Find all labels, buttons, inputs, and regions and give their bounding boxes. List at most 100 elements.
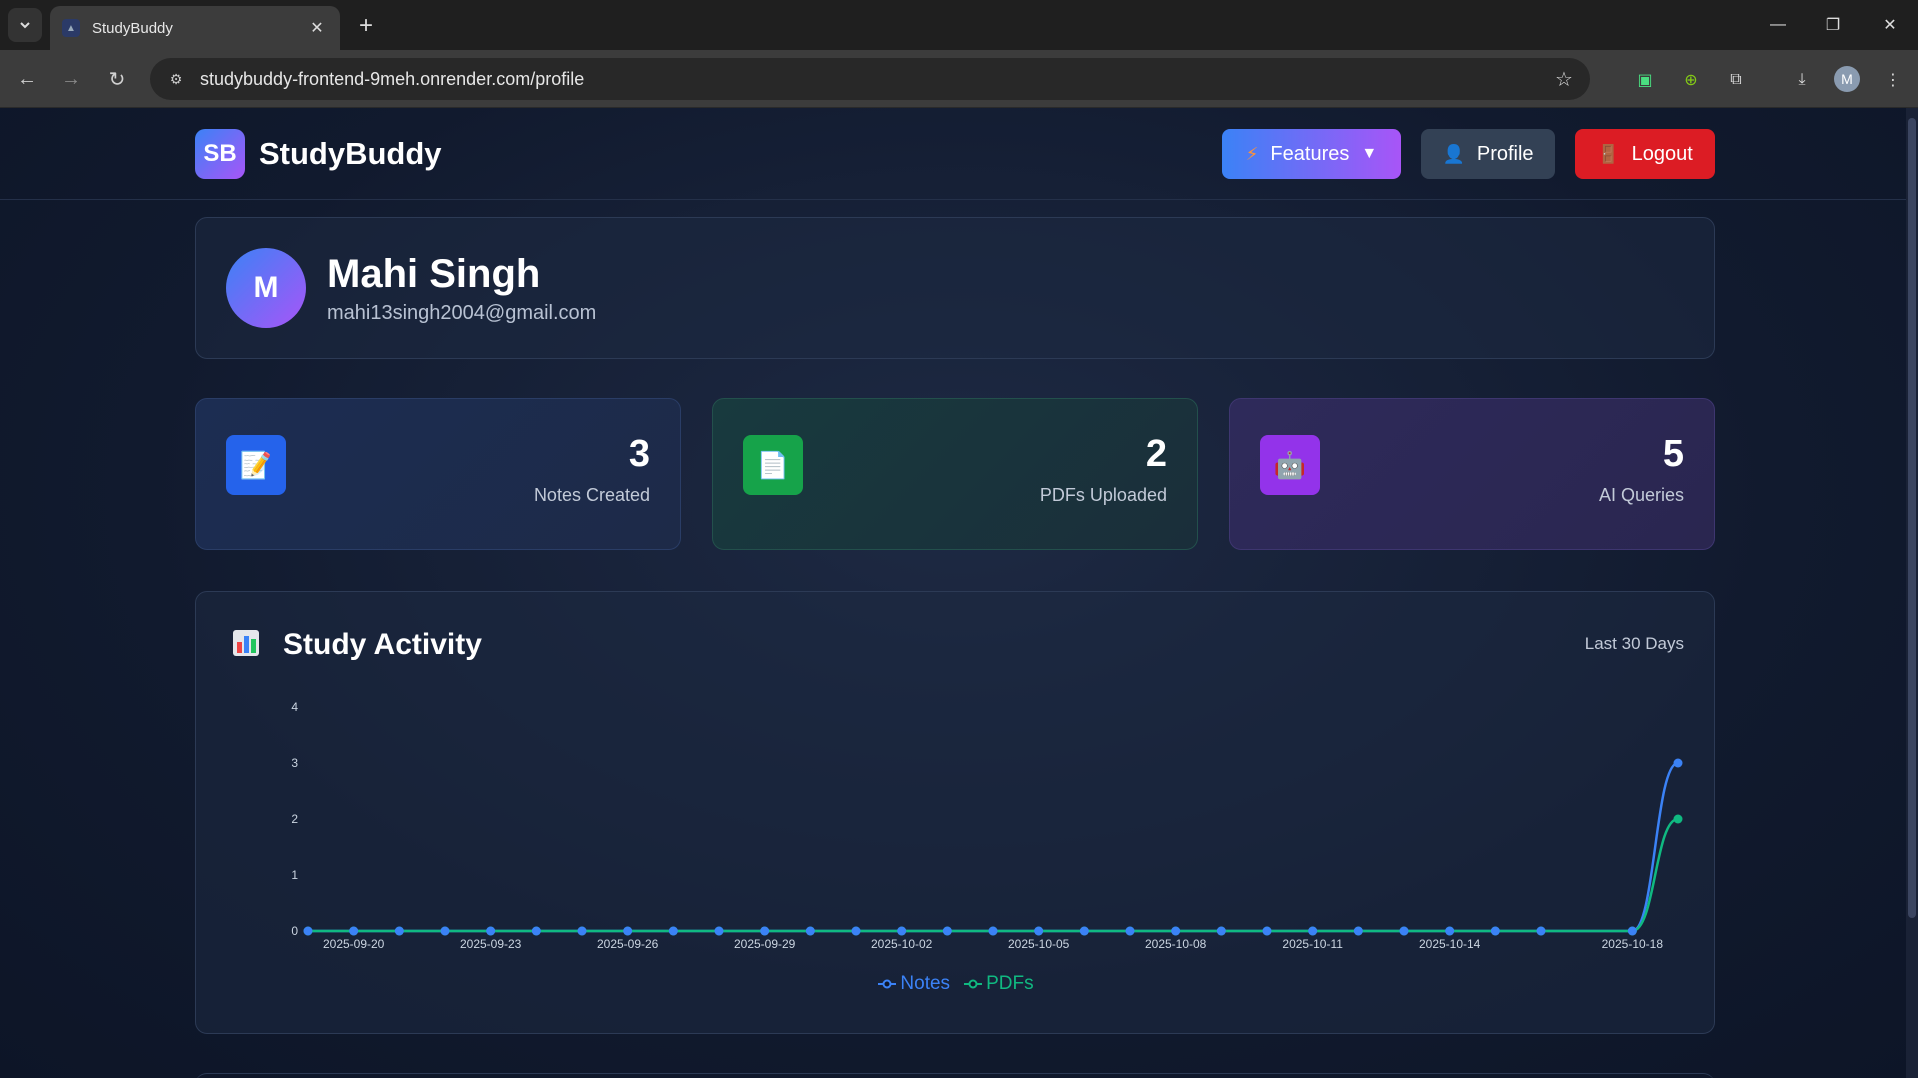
browser-tab-bar: ▲ StudyBuddy ✕ + — ❐ ✕	[0, 0, 1918, 50]
data-point-notes	[668, 926, 678, 936]
address-bar[interactable]: ⚙ studybuddy-frontend-9meh.onrender.com/…	[150, 58, 1590, 100]
reload-button[interactable]: ↻	[101, 63, 133, 95]
stat-label: PDFs Uploaded	[1039, 485, 1167, 505]
features-label: Features	[1270, 142, 1350, 165]
stat-label: Notes Created	[533, 485, 650, 505]
y-tick-label: 3	[291, 756, 298, 770]
user-icon: 👤	[1442, 143, 1465, 164]
logo-badge[interactable]: SB	[195, 129, 245, 179]
close-tab-icon[interactable]: ✕	[306, 17, 328, 39]
data-point-notes	[1536, 926, 1546, 936]
forward-button[interactable]: →	[55, 63, 87, 95]
data-point-notes	[577, 926, 587, 936]
back-button[interactable]: ←	[11, 63, 43, 95]
chart-legend: Notes PDFs	[196, 973, 1716, 995]
bookmark-star-icon[interactable]: ☆	[1546, 61, 1582, 97]
page-scrollbar[interactable]	[1906, 108, 1918, 1078]
memo-icon: 📝	[226, 435, 286, 495]
data-point-notes	[1308, 926, 1318, 936]
browser-tab[interactable]: ▲ StudyBuddy ✕	[50, 6, 340, 50]
menu-icon[interactable]: ⋮	[1878, 65, 1908, 95]
avatar: M	[226, 248, 306, 328]
data-point-notes	[897, 926, 907, 936]
user-name: Mahi Singh	[327, 252, 541, 296]
data-point-notes	[1079, 926, 1089, 936]
x-tick-label: 2025-10-08	[1145, 937, 1207, 951]
series-line-notes	[308, 761, 1679, 933]
data-point-notes	[1125, 926, 1135, 936]
data-point-pdfs	[1673, 814, 1683, 824]
page-viewport: SB StudyBuddy ⚡ Features ▼ 👤 Profile 🚪 L…	[0, 108, 1918, 1078]
data-point-notes	[805, 926, 815, 936]
data-point-notes	[714, 926, 724, 936]
scrollbar-thumb[interactable]	[1908, 118, 1916, 918]
profile-button[interactable]: 👤 Profile	[1421, 129, 1555, 179]
extension-plus-icon[interactable]: ⊕	[1676, 65, 1706, 95]
activity-title: Study Activity	[283, 628, 482, 661]
lightning-icon: ⚡	[1245, 143, 1259, 164]
logo-text[interactable]: StudyBuddy	[259, 136, 442, 172]
logout-button[interactable]: 🚪 Logout	[1575, 129, 1715, 179]
site-info-icon[interactable]: ⚙	[164, 67, 188, 91]
data-point-notes	[303, 926, 313, 936]
data-point-notes	[760, 926, 770, 936]
stat-value: 5	[1662, 433, 1684, 475]
stat-value: 3	[628, 433, 650, 475]
close-window-button[interactable]: ✕	[1870, 10, 1910, 40]
line-marker-icon	[964, 979, 983, 989]
user-email: mahi13singh2004@gmail.com	[327, 302, 597, 324]
data-point-notes	[394, 926, 404, 936]
profile-card: M Mahi Singh mahi13singh2004@gmail.com	[195, 217, 1715, 359]
stat-card-pdfs: 📄 2 PDFs Uploaded	[712, 398, 1198, 550]
download-icon[interactable]: ⤓	[1787, 65, 1817, 95]
browser-toolbar: ← → ↻ ⚙ studybuddy-frontend-9meh.onrende…	[0, 50, 1918, 108]
stat-card-ai: 🤖 5 AI Queries	[1229, 398, 1715, 550]
new-tab-button[interactable]: +	[352, 12, 380, 40]
next-section-card	[195, 1073, 1715, 1078]
y-tick-label: 4	[291, 700, 298, 714]
data-point-notes	[1399, 926, 1409, 936]
data-point-notes	[1216, 926, 1226, 936]
data-point-notes	[1171, 926, 1181, 936]
data-point-notes	[531, 926, 541, 936]
y-tick-label: 1	[291, 868, 298, 882]
x-tick-label: 2025-09-26	[597, 937, 659, 951]
data-point-notes	[349, 926, 359, 936]
x-tick-label: 2025-10-11	[1282, 937, 1343, 951]
restore-button[interactable]: ❐	[1813, 10, 1853, 40]
x-tick-label: 2025-09-29	[734, 937, 796, 951]
tab-list-button[interactable]	[8, 8, 42, 42]
extension-icon[interactable]: ▣	[1630, 65, 1660, 95]
logout-label: Logout	[1631, 142, 1693, 165]
y-tick-label: 2	[291, 812, 298, 826]
y-tick-label: 0	[291, 924, 298, 938]
data-point-notes	[1627, 926, 1637, 936]
extensions-puzzle-icon[interactable]: ⧉	[1721, 65, 1751, 95]
tab-title: StudyBuddy	[92, 19, 173, 37]
robot-icon: 🤖	[1260, 435, 1320, 495]
data-point-notes	[988, 926, 998, 936]
x-tick-label: 2025-10-18	[1602, 937, 1664, 951]
stat-card-notes: 📝 3 Notes Created	[195, 398, 681, 550]
legend-item-pdfs[interactable]: PDFs	[964, 973, 1034, 995]
minimize-button[interactable]: —	[1758, 10, 1798, 40]
document-icon: 📄	[743, 435, 803, 495]
data-point-notes	[486, 926, 496, 936]
legend-item-notes[interactable]: Notes	[878, 973, 950, 995]
data-point-notes	[851, 926, 861, 936]
x-tick-label: 2025-09-20	[323, 937, 385, 951]
triangle-down-icon: ▼	[1361, 145, 1378, 162]
data-point-notes	[623, 926, 633, 936]
x-tick-label: 2025-10-02	[871, 937, 933, 951]
legend-label: Notes	[900, 973, 951, 994]
data-point-notes	[1490, 926, 1500, 936]
url-text[interactable]: studybuddy-frontend-9meh.onrender.com/pr…	[200, 69, 1546, 90]
features-button[interactable]: ⚡ Features ▼	[1222, 129, 1401, 179]
data-point-notes	[1445, 926, 1455, 936]
profile-label: Profile	[1476, 142, 1534, 165]
study-activity-card: 0 1 2 3 4 2025-09-20 2025-09-23 2025-09-26 2025-…	[195, 591, 1715, 1034]
data-point-notes	[1262, 926, 1272, 936]
data-point-notes	[440, 926, 450, 936]
browser-profile-avatar[interactable]: M	[1834, 66, 1860, 92]
bar-chart-icon	[230, 627, 262, 659]
